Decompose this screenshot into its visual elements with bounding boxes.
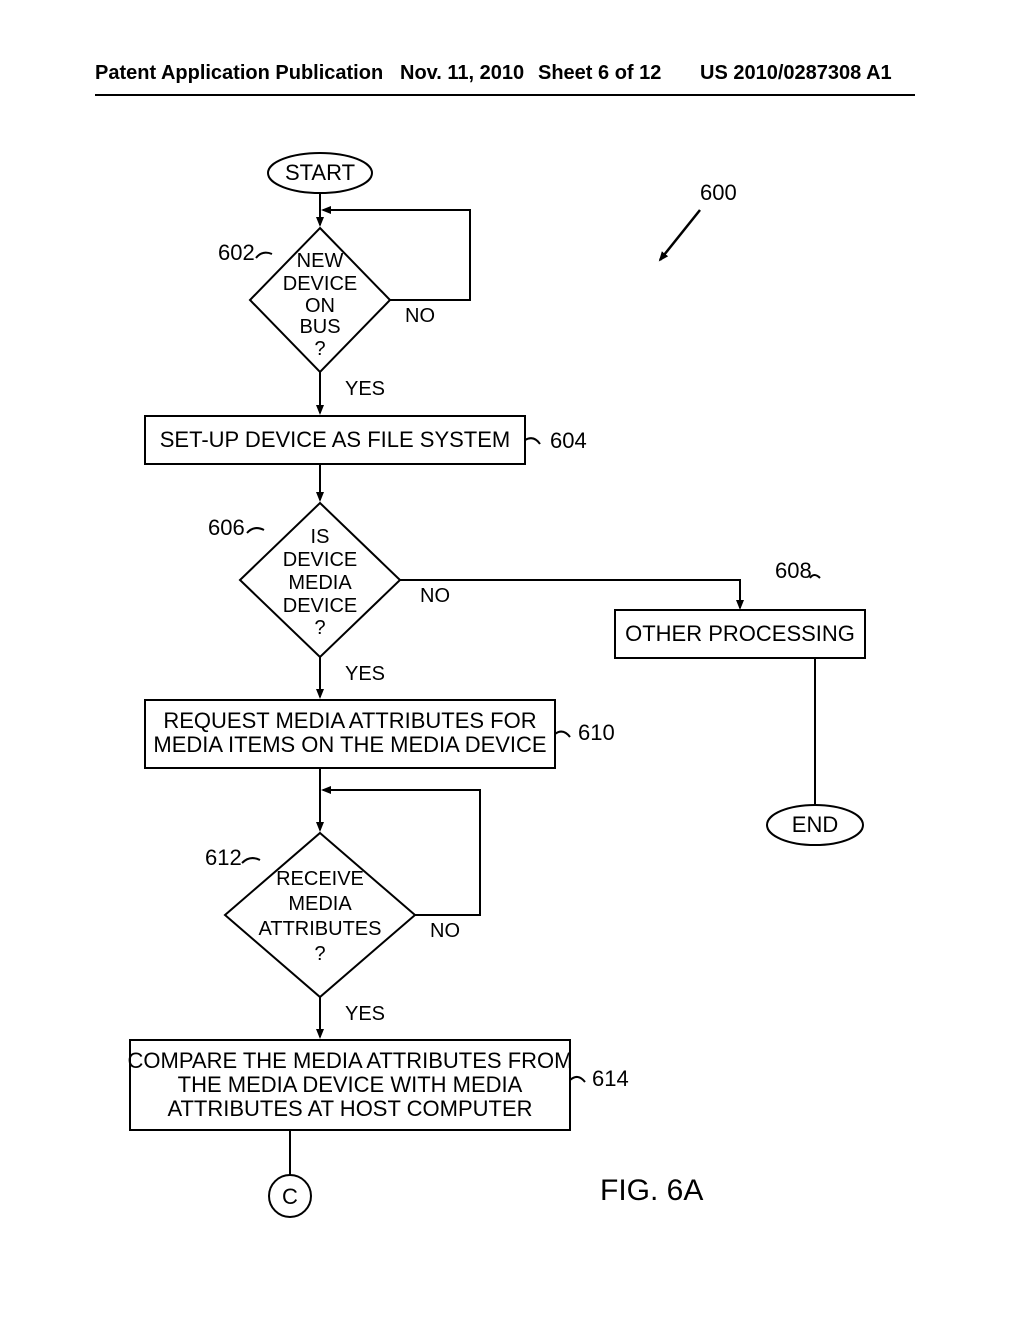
d612-l1: RECEIVE bbox=[276, 868, 364, 890]
b610-l2: MEDIA ITEMS ON THE MEDIA DEVICE bbox=[153, 732, 546, 757]
ref-614: 614 bbox=[592, 1066, 629, 1091]
ref-curve-602 bbox=[256, 253, 272, 258]
ref-604: 604 bbox=[550, 428, 587, 453]
d602-l3: ON bbox=[305, 295, 335, 317]
ref-curve-614 bbox=[570, 1077, 585, 1082]
d606-l4: DEVICE bbox=[283, 595, 357, 617]
yes-612: YES bbox=[345, 1003, 385, 1025]
start-label: START bbox=[285, 160, 355, 185]
ref-600: 600 bbox=[700, 180, 737, 205]
ref-608: 608 bbox=[775, 558, 812, 583]
b604: SET-UP DEVICE AS FILE SYSTEM bbox=[160, 427, 510, 452]
connector-c-label: C bbox=[282, 1184, 298, 1209]
ref-612: 612 bbox=[205, 845, 242, 870]
d606-l1: IS bbox=[311, 526, 330, 548]
ref-606: 606 bbox=[208, 515, 245, 540]
ref-curve-606 bbox=[247, 528, 264, 533]
yes-602: YES bbox=[345, 378, 385, 400]
no-606: NO bbox=[420, 585, 450, 607]
figure-label: FIG. 6A bbox=[600, 1174, 703, 1207]
b610-l1: REQUEST MEDIA ATTRIBUTES FOR bbox=[163, 708, 536, 733]
ref-curve-608 bbox=[810, 575, 820, 578]
d612-l4: ? bbox=[314, 943, 325, 965]
flowchart-svg: START 600 NEW DEVICE ON BUS ? 602 NO YES… bbox=[0, 0, 1024, 1320]
ref-curve-612 bbox=[242, 858, 260, 863]
d602-l2: DEVICE bbox=[283, 273, 357, 295]
page: Patent Application Publication Nov. 11, … bbox=[0, 0, 1024, 1320]
header-rule bbox=[95, 94, 915, 96]
header-date: Nov. 11, 2010 bbox=[400, 62, 524, 85]
end-label: END bbox=[792, 812, 838, 837]
d602-l4: BUS bbox=[299, 316, 340, 338]
header-pub: US 2010/0287308 A1 bbox=[700, 62, 892, 85]
d606-l2: DEVICE bbox=[283, 549, 357, 571]
d606-l3: MEDIA bbox=[288, 572, 352, 594]
d612-l3: ATTRIBUTES bbox=[259, 918, 382, 940]
ref-610: 610 bbox=[578, 720, 615, 745]
d602-l5: ? bbox=[314, 338, 325, 360]
header-left: Patent Application Publication bbox=[95, 62, 383, 85]
edge-606-608 bbox=[400, 580, 740, 608]
no-602: NO bbox=[405, 305, 435, 327]
b614-l3: ATTRIBUTES AT HOST COMPUTER bbox=[167, 1096, 532, 1121]
d602-l1: NEW bbox=[297, 250, 344, 272]
b614-l2: THE MEDIA DEVICE WITH MEDIA bbox=[178, 1072, 523, 1097]
b614-l1: COMPARE THE MEDIA ATTRIBUTES FROM bbox=[128, 1048, 573, 1073]
pointer-600 bbox=[660, 210, 700, 260]
no-612: NO bbox=[430, 920, 460, 942]
d606-l5: ? bbox=[314, 617, 325, 639]
b608: OTHER PROCESSING bbox=[625, 621, 855, 646]
ref-602: 602 bbox=[218, 240, 255, 265]
d612-l2: MEDIA bbox=[288, 893, 352, 915]
header-sheet: Sheet 6 of 12 bbox=[538, 62, 661, 85]
ref-curve-604 bbox=[525, 438, 540, 444]
ref-curve-610 bbox=[555, 732, 570, 737]
yes-606: YES bbox=[345, 663, 385, 685]
